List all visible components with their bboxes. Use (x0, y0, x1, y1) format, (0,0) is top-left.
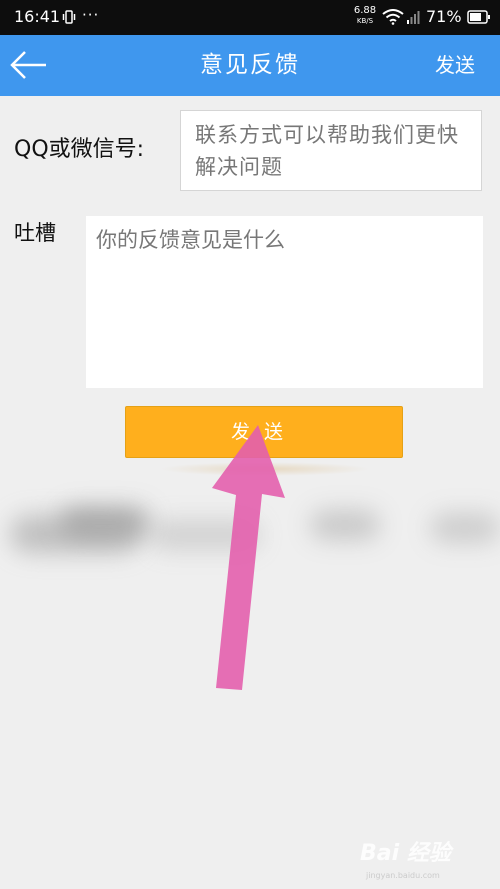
battery-icon (467, 10, 490, 24)
status-time: 16:41 (14, 7, 61, 26)
feedback-textarea[interactable]: 你的反馈意见是什么 (86, 216, 483, 388)
wifi-icon (382, 9, 404, 25)
contact-input[interactable]: 联系方式可以帮助我们更快解决问题 (180, 110, 482, 191)
cellular-signal-icon (407, 11, 420, 24)
blurred-content (0, 495, 500, 565)
more-notifications-icon: ··· (82, 6, 100, 24)
network-speed-unit: KB/S (356, 17, 374, 25)
watermark-brand: Bai 经验 (360, 841, 451, 866)
network-speed: 6.88 KB/S (350, 5, 380, 27)
vibrate-icon (62, 10, 76, 24)
network-speed-value: 6.88 (353, 5, 377, 16)
contact-label: QQ或微信号: (14, 137, 145, 162)
status-bar: 16:41 ··· 6.88 KB/S 71% (0, 0, 500, 35)
watermark-url: jingyan.baidu.com (366, 871, 440, 880)
title-bar: 意见反馈 发送 (0, 35, 500, 96)
complaint-label: 吐槽 (14, 221, 56, 245)
battery-percent: 71% (426, 7, 462, 26)
header-send-button[interactable]: 发送 (435, 35, 475, 96)
baidu-jingyan-watermark: Bai 经验 jingyan.baidu.com (360, 835, 495, 883)
page-title: 意见反馈 (200, 52, 300, 78)
button-shadow (160, 462, 370, 476)
send-button[interactable]: 发送 (125, 406, 403, 458)
